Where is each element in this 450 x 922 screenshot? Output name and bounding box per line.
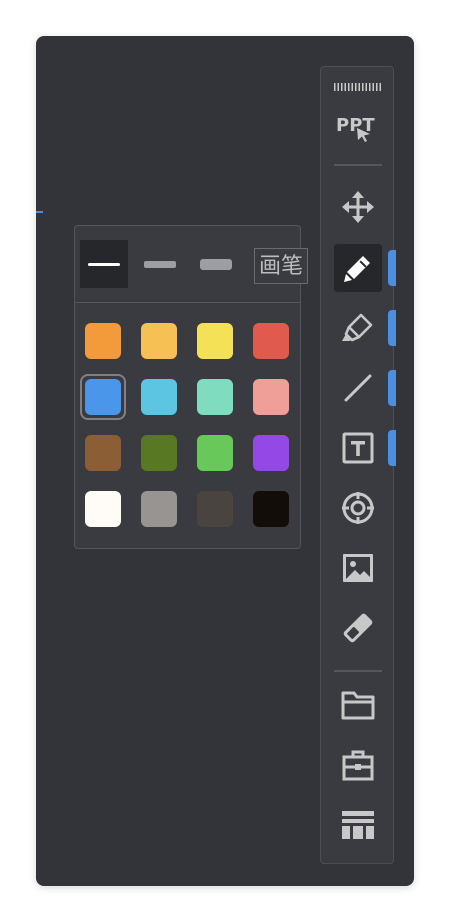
folder-icon bbox=[341, 691, 375, 720]
image-icon bbox=[343, 554, 373, 582]
toolbar-divider bbox=[334, 164, 382, 166]
line-tool-button[interactable] bbox=[334, 364, 382, 412]
eraser-tool-button[interactable] bbox=[334, 604, 382, 652]
color-swatch[interactable] bbox=[141, 323, 177, 359]
popup-divider bbox=[75, 302, 300, 303]
stroke-width-thick[interactable] bbox=[192, 240, 240, 288]
target-icon bbox=[342, 492, 374, 524]
vertical-toolbar: PPT bbox=[320, 66, 396, 864]
target-tool-button[interactable] bbox=[334, 484, 382, 532]
text-tool-button[interactable] bbox=[334, 424, 382, 472]
color-swatch[interactable] bbox=[253, 379, 289, 415]
text-options-tab[interactable] bbox=[388, 430, 396, 466]
pen-options-tab[interactable] bbox=[388, 250, 396, 286]
folder-tool-button[interactable] bbox=[334, 681, 382, 729]
pen-tooltip: 画笔 bbox=[254, 248, 309, 284]
table-tool-button[interactable] bbox=[334, 801, 382, 849]
color-swatch[interactable] bbox=[197, 323, 233, 359]
color-swatch[interactable] bbox=[253, 323, 289, 359]
color-swatch[interactable] bbox=[141, 491, 177, 527]
color-swatch[interactable] bbox=[85, 379, 121, 415]
color-swatch[interactable] bbox=[85, 323, 121, 359]
highlighter-tool-button[interactable] bbox=[334, 304, 382, 352]
line-icon bbox=[344, 374, 372, 402]
stroke-width-thin[interactable] bbox=[80, 240, 128, 288]
move-tool-button[interactable] bbox=[334, 183, 382, 231]
toolbox-icon bbox=[342, 750, 374, 781]
stroke-preview-thick bbox=[200, 258, 232, 270]
toolbar-divider bbox=[334, 670, 382, 672]
highlighter-options-tab[interactable] bbox=[388, 310, 396, 346]
stroke-width-medium[interactable] bbox=[136, 240, 184, 288]
text-icon bbox=[342, 432, 374, 464]
stroke-preview-medium bbox=[144, 260, 176, 268]
edge-indicator bbox=[36, 211, 43, 213]
image-tool-button[interactable] bbox=[334, 544, 382, 592]
pen-tool-button[interactable] bbox=[334, 244, 382, 292]
color-swatch[interactable] bbox=[253, 435, 289, 471]
toolbox-tool-button[interactable] bbox=[334, 741, 382, 789]
color-swatch[interactable] bbox=[197, 435, 233, 471]
highlighter-icon bbox=[342, 313, 373, 342]
color-swatch[interactable] bbox=[141, 435, 177, 471]
cursor-icon bbox=[357, 128, 370, 142]
stroke-preview-thin bbox=[88, 262, 120, 266]
line-options-tab[interactable] bbox=[388, 370, 396, 406]
move-icon bbox=[342, 191, 374, 223]
table-icon bbox=[342, 811, 374, 839]
color-swatch[interactable] bbox=[85, 491, 121, 527]
color-swatch[interactable] bbox=[197, 379, 233, 415]
pen-icon bbox=[344, 256, 370, 282]
color-swatch[interactable] bbox=[253, 491, 289, 527]
eraser-icon bbox=[343, 613, 373, 643]
ppt-button[interactable]: PPT bbox=[334, 111, 382, 151]
color-swatch[interactable] bbox=[141, 379, 177, 415]
color-swatch[interactable] bbox=[85, 435, 121, 471]
drag-handle[interactable] bbox=[334, 83, 382, 91]
color-swatch[interactable] bbox=[197, 491, 233, 527]
